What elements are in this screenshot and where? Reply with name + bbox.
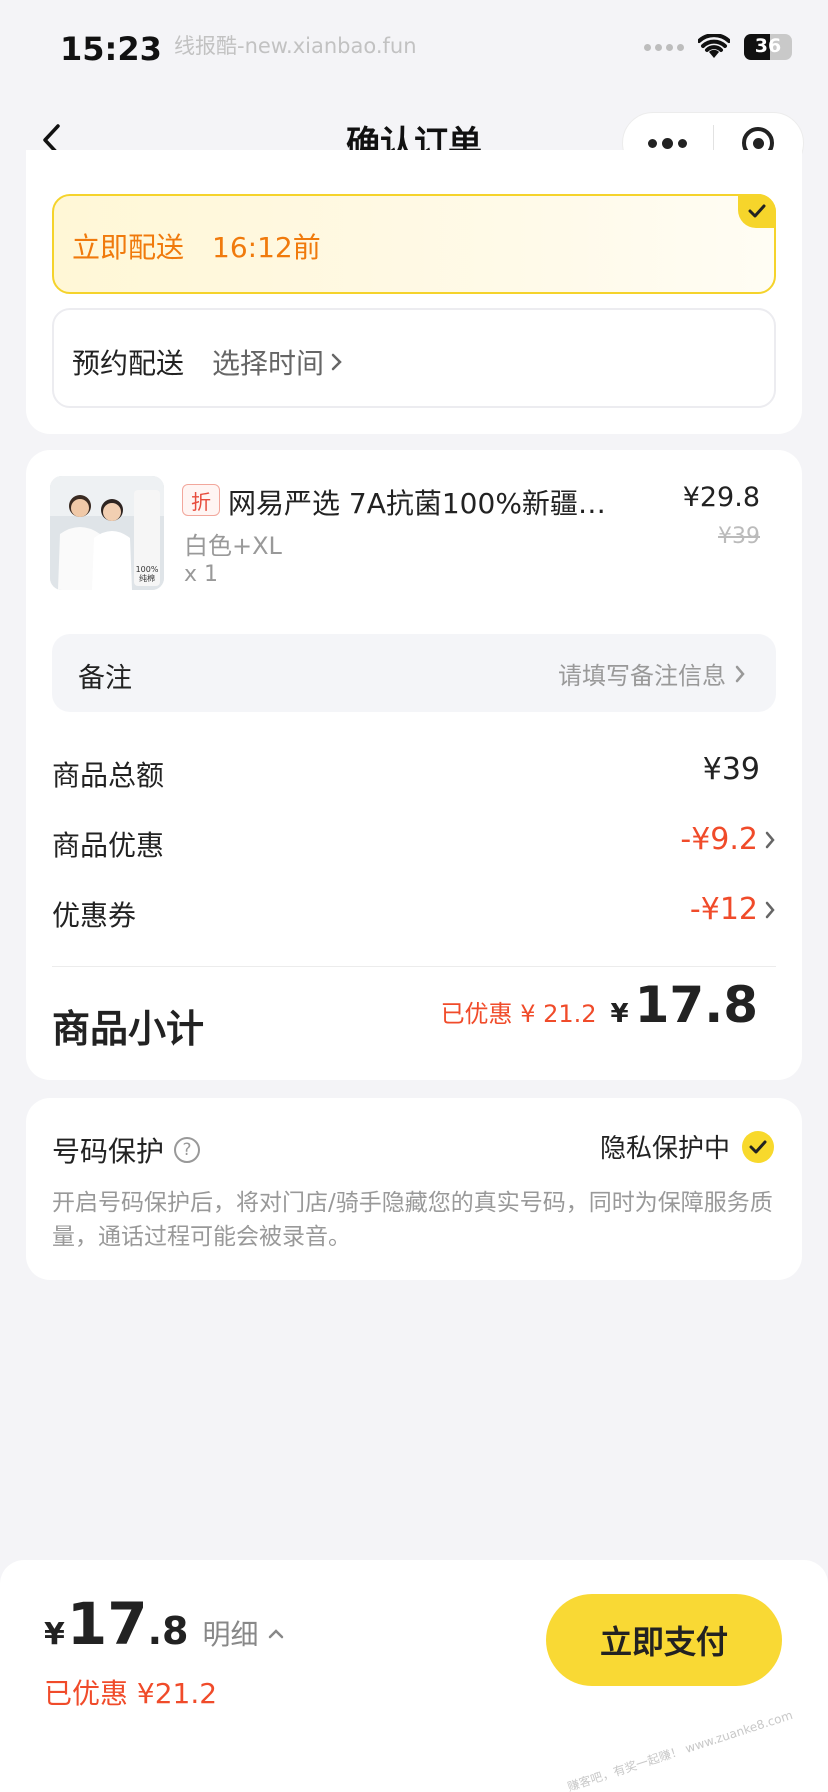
detail-label: 明细 bbox=[202, 1618, 259, 1651]
discount-label: 商品优惠 bbox=[52, 829, 165, 862]
total-saved: 已优惠 ¥21.2 bbox=[44, 1677, 218, 1710]
status-watermark: 线报酷-new.xianbao.fun bbox=[174, 34, 417, 58]
coupon-label: 优惠券 bbox=[52, 899, 137, 932]
delivery-option-instant[interactable]: 立即配送 16:12前 bbox=[52, 194, 776, 294]
delivery-card: 立即配送 16:12前 预约配送 选择时间 bbox=[26, 150, 802, 434]
privacy-description: 开启号码保护后，将对门店/骑手隐藏您的真实号码，同时为保障服务质量，通话过程可能… bbox=[52, 1190, 773, 1250]
chevron-right-icon bbox=[735, 665, 745, 682]
divider bbox=[52, 966, 776, 967]
product-image[interactable]: 100% 纯棉 bbox=[50, 476, 164, 590]
discount-value: -¥9.2 bbox=[680, 822, 758, 857]
remark-placeholder: 请填写备注信息 bbox=[558, 662, 726, 690]
subtotal-label: 商品小计 bbox=[52, 1007, 205, 1051]
total-label: 商品总额 bbox=[52, 759, 165, 792]
total-int: 17 bbox=[66, 1590, 148, 1658]
product-price: ¥29.8 bbox=[682, 482, 760, 513]
battery-icon: 36 bbox=[744, 34, 792, 60]
delivery-option-schedule[interactable]: 预约配送 选择时间 bbox=[52, 308, 776, 408]
remark-placeholder-wrap: 请填写备注信息 bbox=[558, 656, 746, 691]
remark-label: 备注 bbox=[78, 663, 132, 694]
privacy-card: 号码保护 ? 隐私保护中 开启号码保护后，将对门店/骑手隐藏您的真实号码，同时为… bbox=[26, 1098, 802, 1280]
coupon-value-wrap: -¥12 bbox=[690, 892, 776, 927]
pay-button[interactable]: 立即支付 bbox=[546, 1594, 782, 1686]
signal-icon bbox=[644, 43, 684, 51]
product-spec: 白色+XL bbox=[184, 532, 282, 560]
more-dots-icon bbox=[648, 137, 688, 149]
watermark: 赚客吧，有奖一起赚！ www.zuanke8.com bbox=[565, 1707, 795, 1792]
privacy-title-wrap: 号码保护 ? bbox=[52, 1130, 201, 1170]
status-icons: 36 bbox=[644, 34, 792, 60]
privacy-toggle[interactable]: 隐私保护中 bbox=[600, 1128, 774, 1165]
product-image-text-1: 100% bbox=[136, 565, 159, 574]
discount-badge: 折 bbox=[182, 484, 220, 516]
total-dec: .8 bbox=[147, 1609, 189, 1653]
coupon-value: -¥12 bbox=[689, 892, 758, 927]
selected-check-icon bbox=[738, 194, 776, 228]
instant-time: 16:12前 bbox=[212, 231, 321, 264]
order-card: 100% 纯棉 折 网易严选 7A抗菌100%新疆… 白色+XL x 1 ¥29… bbox=[26, 450, 802, 1080]
remark-row[interactable]: 备注 请填写备注信息 bbox=[52, 634, 776, 712]
subtotal-amount-wrap: 已优惠 ¥ 21.2 ¥ 17.8 bbox=[441, 976, 758, 1034]
fee-row-coupon[interactable]: 优惠券 -¥12 bbox=[52, 890, 776, 934]
discount-value-wrap: -¥9.2 bbox=[680, 822, 776, 857]
schedule-label: 预约配送 bbox=[72, 347, 185, 380]
chevron-up-icon bbox=[268, 1629, 283, 1639]
wifi-icon bbox=[698, 34, 730, 58]
select-time-label: 选择时间 bbox=[212, 347, 325, 380]
status-bar: 15:23 线报酷-new.xianbao.fun 36 bbox=[0, 0, 828, 96]
privacy-title: 号码保护 bbox=[52, 1135, 165, 1168]
product-quantity: x 1 bbox=[184, 562, 219, 587]
chevron-right-icon bbox=[765, 901, 775, 918]
fee-row-total: 商品总额 ¥39 bbox=[52, 750, 776, 794]
bottom-bar: ¥ 17 .8 明细 已优惠 ¥21.2 立即支付 赚客吧，有奖一起赚！ www… bbox=[0, 1560, 828, 1792]
product-name: 网易严选 7A抗菌100%新疆… bbox=[228, 487, 606, 520]
product-original-price: ¥39 bbox=[718, 524, 760, 549]
select-time-link[interactable]: 选择时间 bbox=[212, 342, 344, 382]
fee-row-discount[interactable]: 商品优惠 -¥9.2 bbox=[52, 820, 776, 864]
privacy-status-label: 隐私保护中 bbox=[599, 1134, 730, 1164]
subtotal-yen: ¥ bbox=[610, 999, 629, 1029]
total-wrap: ¥ 17 .8 明细 bbox=[44, 1590, 285, 1658]
chevron-right-icon bbox=[331, 353, 342, 371]
help-icon[interactable]: ? bbox=[174, 1137, 201, 1163]
detail-toggle[interactable]: 明细 bbox=[202, 1613, 284, 1653]
subtotal-saved: 已优惠 ¥ 21.2 bbox=[440, 1000, 597, 1028]
status-time: 15:23 bbox=[60, 30, 162, 68]
chevron-right-icon bbox=[765, 831, 775, 848]
check-icon bbox=[742, 1130, 774, 1163]
total-yen: ¥ bbox=[44, 1617, 65, 1652]
instant-label: 立即配送 bbox=[72, 231, 185, 264]
product-image-text-2: 纯棉 bbox=[139, 573, 155, 583]
battery-level: 36 bbox=[754, 35, 782, 57]
subtotal-amount: 17.8 bbox=[634, 976, 758, 1034]
total-value: ¥39 bbox=[702, 752, 760, 787]
